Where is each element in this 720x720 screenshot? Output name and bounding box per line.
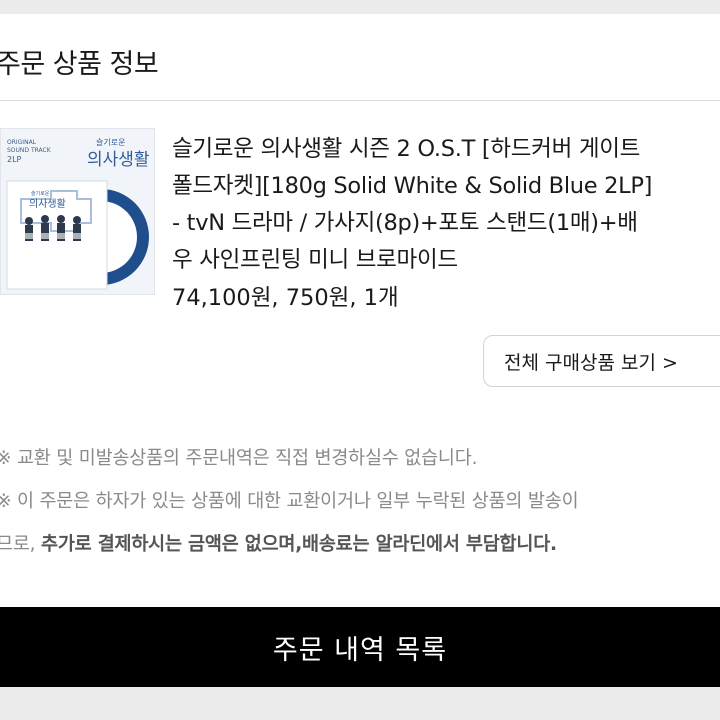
thumb-title-large: 의사생활 [87,150,150,170]
thumb-inner-title-large: 의사생활 [29,197,66,210]
product-name-line-1: 슬기로운 의사생활 시즌 2 O.S.T [하드커버 게이트 [172,136,641,162]
notice-line-3: 므로, 추가로 결제하시는 금액은 없으며,배송료는 알라딘에서 부담합니다. [0,530,557,556]
product-price-quantity: 74,100원, 750원, 1개 [172,285,399,311]
bottom-gray-band [0,687,720,720]
thumb-label-2: SOUND TRACK [7,147,52,154]
thumb-label-3: 2LP [7,155,22,164]
notice-line-3-bold: 추가로 결제하시는 금액은 없으며,배송료는 알라딘에서 부담합니다. [41,534,557,555]
album-cover-image: ORIGINAL SOUND TRACK 2LP 슬기로운 의사생활 슬기로운 … [1,129,154,294]
section-title: 주문 상품 정보 [0,49,159,80]
view-all-products-button[interactable]: 전체 구매상품 보기 > [483,335,720,387]
product-thumbnail[interactable]: ORIGINAL SOUND TRACK 2LP 슬기로운 의사생활 슬기로운 … [0,128,155,295]
thumb-label-1: ORIGINAL [7,139,37,146]
thumb-inner-title-small: 슬기로운 [31,190,50,197]
top-gray-band [0,0,720,14]
section-divider [0,100,720,101]
notice-line-2: ※ 이 주문은 하자가 있는 상품에 대한 교환이거나 일부 누락된 상품의 발… [0,491,579,512]
order-list-button[interactable]: 주문 내역 목록 [0,607,720,687]
notice-line-3-prefix: 므로, [0,534,42,555]
product-name[interactable]: 슬기로운 의사생활 시즌 2 O.S.T [하드커버 게이트 폴드자켓][180… [172,131,720,279]
thumb-title-small: 슬기로운 [96,137,125,147]
notice-line-1: ※ 교환 및 미발송상품의 주문내역은 직접 변경하실수 없습니다. [0,448,478,469]
product-name-line-3: - tvN 드라마 / 가사지(8p)+포토 스탠드(1매)+배 [172,210,638,236]
product-name-line-2: 폴드자켓][180g Solid White & Solid Blue 2LP] [172,173,653,199]
product-name-line-4: 우 사인프린팅 미니 브로마이드 [172,247,458,273]
